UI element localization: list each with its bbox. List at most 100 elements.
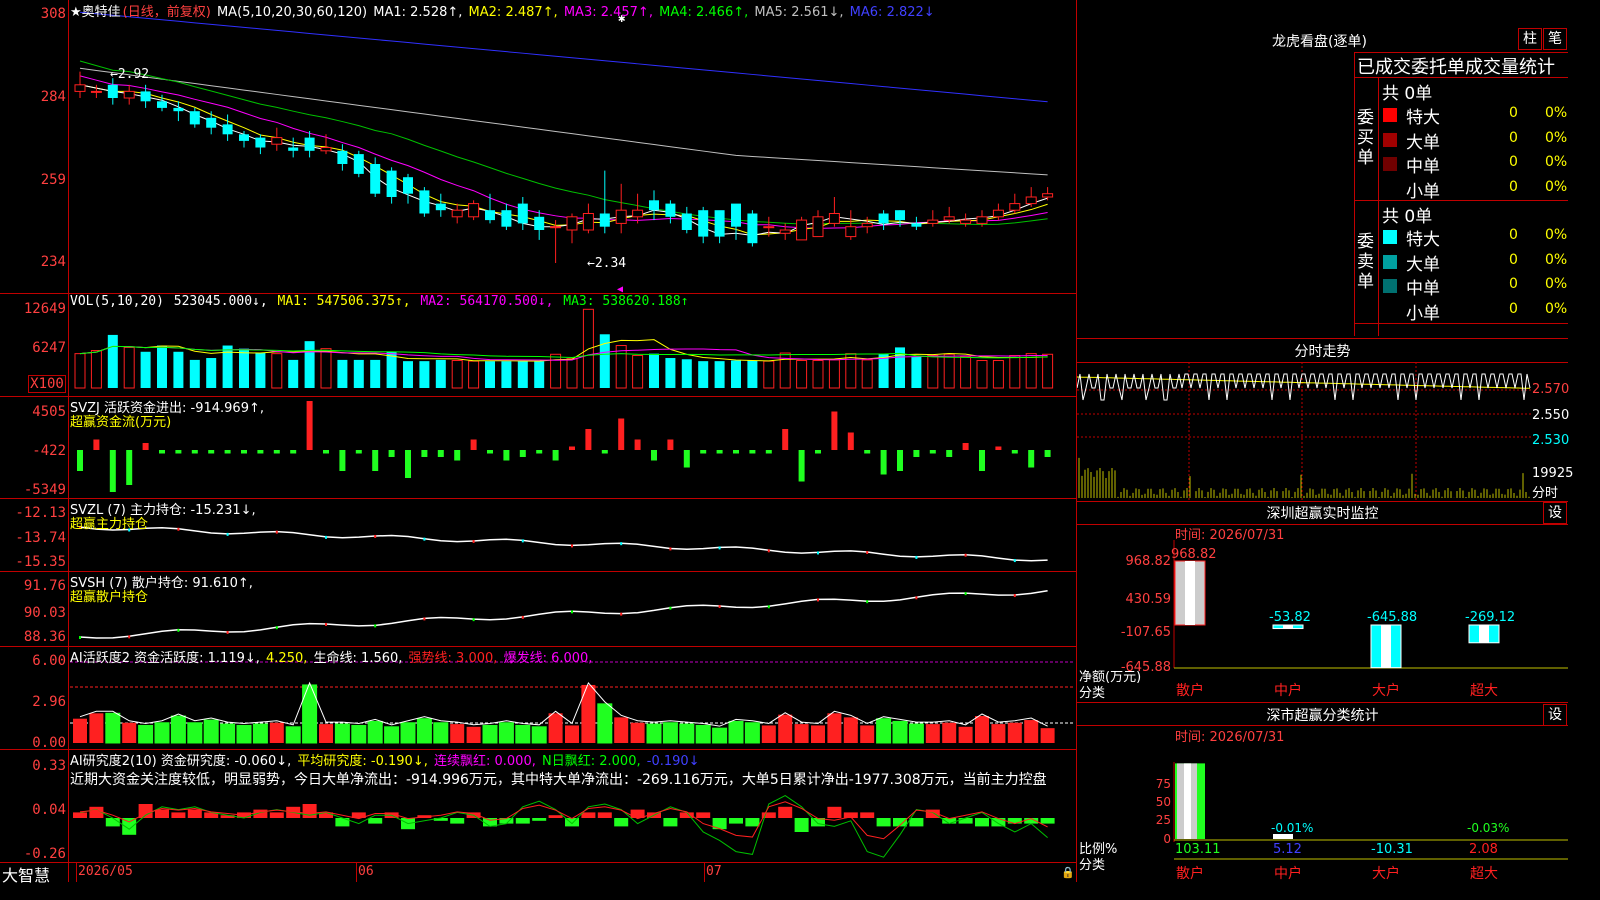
candle-down	[288, 147, 299, 151]
monitor-tick: 968.82	[1126, 554, 1172, 569]
money-outflow-bar	[290, 450, 297, 454]
volume-bar-up	[828, 359, 840, 389]
money-outflow-bar	[536, 450, 543, 454]
buy-total: 共 0单	[1382, 84, 1433, 104]
volume-bar-down	[665, 358, 676, 388]
volume-bar-down	[239, 348, 249, 388]
money-inflow-bar	[782, 429, 789, 450]
candle-down	[107, 84, 118, 98]
buy-row-swatch	[1383, 132, 1397, 147]
money-outflow-bar	[897, 450, 903, 471]
ma3-line	[79, 75, 1048, 229]
chart-area[interactable]: ✱ ◀ ★奥特佳 (日线，前复权) MA(5,10,20,30,60,120) MA…	[0, 0, 1077, 885]
volume-bar-down	[288, 359, 299, 388]
research-bar-up	[73, 812, 87, 818]
volume-bar-up	[74, 353, 86, 389]
money-outflow-bar	[109, 450, 116, 492]
research-bar-down	[105, 818, 120, 827]
retail-position-dot	[817, 598, 819, 602]
activity-bar-up	[319, 724, 333, 743]
money-outflow-bar	[929, 450, 936, 454]
main-position-dot	[226, 532, 229, 536]
candle-down	[206, 117, 217, 128]
vol-unit-button[interactable]: X100	[28, 375, 66, 393]
activity-bar-down	[416, 718, 432, 744]
sell-row-swatch	[1383, 230, 1397, 244]
money-outflow-bar	[388, 450, 395, 457]
bar-mode-button[interactable]: 柱	[1518, 28, 1542, 50]
volume-bar-up	[1042, 353, 1054, 389]
volume-bar-down	[206, 358, 217, 388]
ai2-tick: 0.33	[32, 758, 66, 774]
money-inflow-bar	[306, 401, 313, 450]
lock-icon[interactable]: 🔒	[1061, 866, 1075, 879]
candle-up	[74, 84, 86, 92]
volume-bar-down	[386, 351, 397, 388]
main-position-dot	[620, 542, 623, 546]
activity-bar-up	[975, 716, 989, 743]
money-inflow-bar	[618, 418, 625, 450]
main-position-dot	[669, 547, 672, 551]
activity-bar-down	[367, 720, 383, 744]
stat-percent-label: -0.03%	[1467, 821, 1509, 835]
volume-bar-up	[763, 360, 775, 389]
price-tick: 259	[40, 172, 66, 188]
money-outflow-bar	[273, 450, 280, 454]
money-inflow-bar	[569, 446, 575, 450]
lhb-tabs[interactable]: 已成交委托单成交量统计	[1357, 53, 1555, 79]
ai-research-value: AI研究度2(10) 资金研究度: -0.060↓,	[70, 754, 292, 769]
money-outflow-bar	[257, 450, 264, 454]
volume-bar-up	[632, 355, 644, 389]
svzj-sub: 超赢资金流(万元)	[70, 415, 172, 430]
candle-up	[763, 226, 775, 229]
vol-value: 523045.000↓,	[173, 294, 268, 309]
ma5-line	[79, 67, 1048, 176]
retail-position-dot	[915, 596, 918, 600]
candle-up	[582, 213, 594, 231]
monitor-category: 大户	[1372, 682, 1400, 699]
stock-title[interactable]: ★奥特佳	[70, 5, 121, 20]
main-position-dot	[325, 535, 327, 539]
sell-row-count: 0	[1509, 251, 1518, 268]
money-outflow-bar	[323, 450, 329, 454]
intraday-title: 分时走势	[1294, 344, 1351, 360]
activity-bar-up	[565, 725, 579, 743]
research-bar-up	[548, 815, 563, 818]
activity-bar-down	[908, 723, 924, 744]
buy-row-swatch	[1383, 108, 1397, 122]
volume-bar-down	[501, 361, 512, 388]
volume-bar-down	[911, 356, 922, 388]
activity-bar-up	[466, 726, 481, 743]
monitor-category: 散户	[1176, 682, 1204, 699]
research-bar-down	[1040, 818, 1055, 824]
money-outflow-bar	[601, 450, 608, 454]
volume-bar-down	[304, 341, 315, 388]
activity-bar-down	[384, 726, 400, 744]
monitor-category-label: 分类	[1079, 686, 1106, 701]
volume-bar-up	[812, 360, 824, 389]
research-bar-down	[450, 818, 465, 824]
candle-down	[419, 190, 430, 214]
main-position-dot	[571, 544, 573, 548]
monitor-value: -53.82	[1269, 610, 1311, 625]
candle-down	[878, 213, 889, 224]
tick-mode-button[interactable]: 笔	[1543, 28, 1567, 50]
stat-chart: 75 50 25 0 103.11 散户 -0.01% 5.12 中户 -10.31 大户 -0.03…	[1156, 762, 1568, 882]
period-label[interactable]: (日线，前复权)	[123, 5, 211, 20]
research-bar-up	[778, 806, 793, 818]
intraday-chart[interactable]	[1077, 362, 1568, 502]
buy-row-count: 0	[1509, 129, 1518, 146]
svzl-tick: -15.35	[15, 554, 66, 570]
activity-bar-down	[187, 722, 203, 744]
money-outflow-bar	[339, 450, 346, 471]
retail-position-dot	[866, 600, 869, 604]
money-outflow-bar	[487, 450, 493, 454]
ai-research-legend: AI研究度2(10) 资金研究度: -0.060↓, 平均研究度: -0.190…	[70, 750, 702, 769]
lifeline-value: 生命线: 1.560,	[313, 651, 403, 666]
research-bar-up	[860, 812, 875, 818]
vol-name: VOL(5,10,20)	[70, 294, 164, 309]
volume-bar-up	[1009, 355, 1021, 389]
stat-bar-highlight	[1184, 763, 1191, 839]
retail-position-dot	[275, 626, 278, 630]
activity-bar-up	[942, 722, 957, 743]
